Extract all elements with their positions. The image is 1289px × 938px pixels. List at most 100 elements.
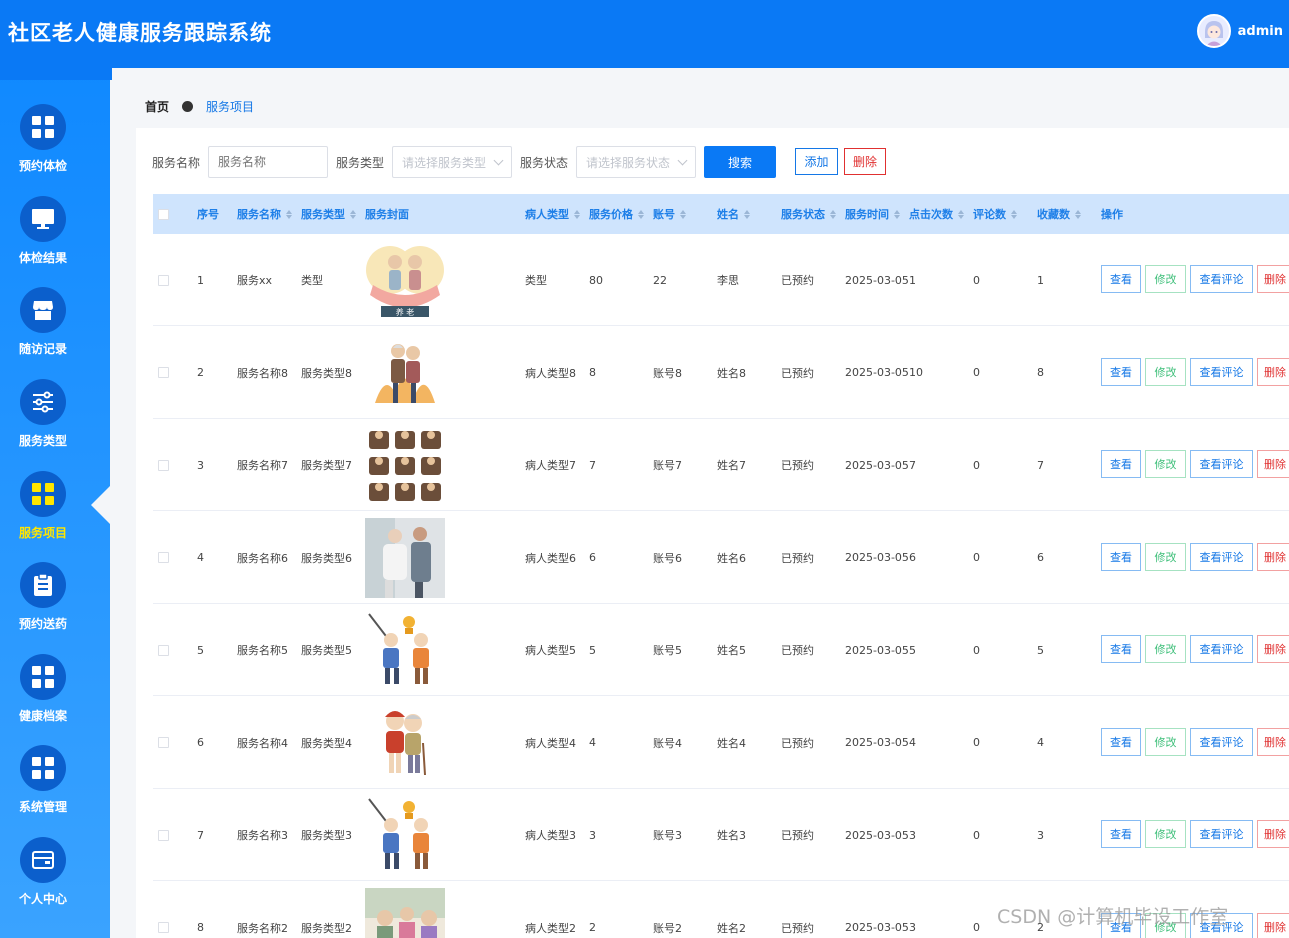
sort-icon[interactable] [680, 209, 686, 219]
row-checkbox[interactable] [158, 922, 169, 933]
delete-button[interactable]: 删除 [1257, 542, 1289, 571]
edit-button[interactable]: 修改 [1145, 357, 1186, 386]
row-checkbox[interactable] [158, 644, 169, 656]
sidebar-item-service-items[interactable]: 服务项目 [0, 471, 86, 541]
view-comments-button[interactable]: 查看评论 [1190, 820, 1253, 848]
edit-button[interactable]: 修改 [1145, 542, 1186, 571]
cell-favorites: 1 [1037, 273, 1044, 287]
cell-account: 账号7 [653, 459, 682, 472]
sidebar-item-system-management[interactable]: 系统管理 [0, 745, 86, 815]
sidebar-item-followup-records[interactable]: 随访记录 [0, 287, 86, 357]
sort-icon[interactable] [350, 209, 356, 219]
row-checkbox[interactable] [158, 829, 169, 841]
cell-comments: 0 [973, 551, 980, 564]
edit-button[interactable]: 修改 [1145, 820, 1186, 848]
service-name-input[interactable] [208, 146, 329, 178]
delete-button[interactable]: 删除 [1257, 265, 1289, 293]
delete-button[interactable]: 删除 [1257, 635, 1289, 663]
col-header-clicks[interactable]: 点击次数 [909, 194, 964, 234]
sidebar-item-personal-center[interactable]: 个人中心 [0, 837, 86, 907]
row-select-cell[interactable] [158, 789, 169, 881]
cell-name: 服务名称2 [237, 921, 288, 935]
edit-button[interactable]: 修改 [1145, 265, 1186, 293]
sort-icon[interactable] [894, 209, 900, 219]
sidebar-item-service-types[interactable]: 服务类型 [0, 379, 86, 449]
edit-button[interactable]: 修改 [1145, 727, 1186, 756]
avatar[interactable] [1196, 14, 1231, 48]
view-button[interactable]: 查看 [1101, 635, 1141, 663]
row-select-cell[interactable] [158, 419, 169, 511]
view-button[interactable]: 查看 [1101, 357, 1141, 386]
sidebar-item-appointment-checkup[interactable]: 预约体检 [0, 104, 86, 174]
cell-type: 服务类型6 [301, 551, 352, 565]
view-comments-button[interactable]: 查看评论 [1190, 727, 1253, 756]
row-select-cell[interactable] [158, 882, 169, 938]
view-button[interactable]: 查看 [1101, 820, 1141, 848]
service-type-select[interactable]: 请选择服务类型 [392, 146, 513, 178]
username[interactable]: admin [1238, 24, 1283, 39]
col-header-favorites[interactable]: 收藏数 [1037, 194, 1081, 234]
cell-status: 已预约 [781, 829, 814, 842]
view-button[interactable]: 查看 [1101, 265, 1141, 293]
sidebar-item-medicine-delivery[interactable]: 预约送药 [0, 562, 86, 632]
col-header-comments[interactable]: 评论数 [973, 194, 1017, 234]
cell-time: 2025-03-05 [845, 643, 909, 657]
service-cover-image: 养 老 [365, 240, 445, 320]
view-comments-button[interactable]: 查看评论 [1190, 357, 1253, 386]
sidebar-item-checkup-results[interactable]: 体检结果 [0, 196, 86, 266]
search-button[interactable]: 搜索 [704, 146, 777, 178]
row-checkbox[interactable] [158, 367, 169, 378]
row-select-cell[interactable] [158, 327, 169, 419]
col-header-person[interactable]: 姓名 [717, 194, 750, 234]
view-button[interactable]: 查看 [1101, 450, 1141, 478]
sort-icon[interactable] [744, 209, 750, 219]
col-header-status[interactable]: 服务状态 [781, 194, 836, 234]
view-button[interactable]: 查看 [1101, 727, 1141, 756]
user-menu[interactable]: admin [1196, 14, 1283, 48]
sort-icon[interactable] [1011, 209, 1017, 219]
sort-icon[interactable] [1075, 209, 1081, 219]
col-header-account[interactable]: 账号 [653, 194, 686, 234]
col-header-name[interactable]: 服务名称 [237, 194, 292, 234]
select-all-checkbox[interactable] [158, 208, 169, 220]
col-header-patient-type[interactable]: 病人类型 [525, 194, 580, 234]
col-header-type[interactable]: 服务类型 [301, 194, 356, 234]
row-select-cell[interactable] [158, 604, 169, 696]
delete-button[interactable]: 删除 [1257, 912, 1289, 938]
row-select-cell[interactable] [158, 512, 169, 604]
row-checkbox[interactable] [158, 737, 169, 748]
sort-icon[interactable] [286, 209, 292, 219]
add-button[interactable]: 添加 [795, 148, 838, 175]
delete-button[interactable]: 删除 [1257, 727, 1289, 756]
edit-button[interactable]: 修改 [1145, 450, 1186, 478]
bulk-delete-button[interactable]: 删除 [844, 148, 886, 175]
sort-icon[interactable] [574, 209, 580, 219]
sidebar-item-health-records[interactable]: 健康档案 [0, 654, 86, 724]
view-button[interactable]: 查看 [1101, 542, 1141, 571]
col-header-price[interactable]: 服务价格 [589, 194, 644, 234]
row-select-cell[interactable] [158, 234, 169, 326]
edit-button[interactable]: 修改 [1145, 635, 1186, 663]
row-checkbox[interactable] [158, 552, 169, 563]
delete-button[interactable]: 删除 [1257, 357, 1289, 386]
row-checkbox[interactable] [158, 274, 169, 286]
breadcrumb-home[interactable]: 首页 [145, 98, 169, 115]
sort-icon[interactable] [830, 209, 836, 219]
delete-button[interactable]: 删除 [1257, 820, 1289, 848]
select-all-cell[interactable] [158, 194, 169, 234]
row-select-cell[interactable] [158, 697, 169, 789]
cell-favorites: 8 [1037, 366, 1044, 379]
store-icon [20, 287, 66, 333]
row-checkbox[interactable] [158, 459, 169, 471]
delete-button[interactable]: 删除 [1257, 450, 1289, 478]
col-header-time[interactable]: 服务时间 [845, 194, 900, 234]
view-comments-button[interactable]: 查看评论 [1190, 542, 1253, 571]
cell-comments: 0 [973, 458, 980, 472]
view-comments-button[interactable]: 查看评论 [1190, 635, 1253, 663]
view-comments-button[interactable]: 查看评论 [1190, 450, 1253, 478]
sort-icon[interactable] [638, 209, 644, 219]
cell-comments: 0 [973, 921, 980, 934]
sort-icon[interactable] [958, 209, 964, 219]
service-status-select[interactable]: 请选择服务状态 [576, 146, 697, 178]
view-comments-button[interactable]: 查看评论 [1190, 265, 1253, 293]
